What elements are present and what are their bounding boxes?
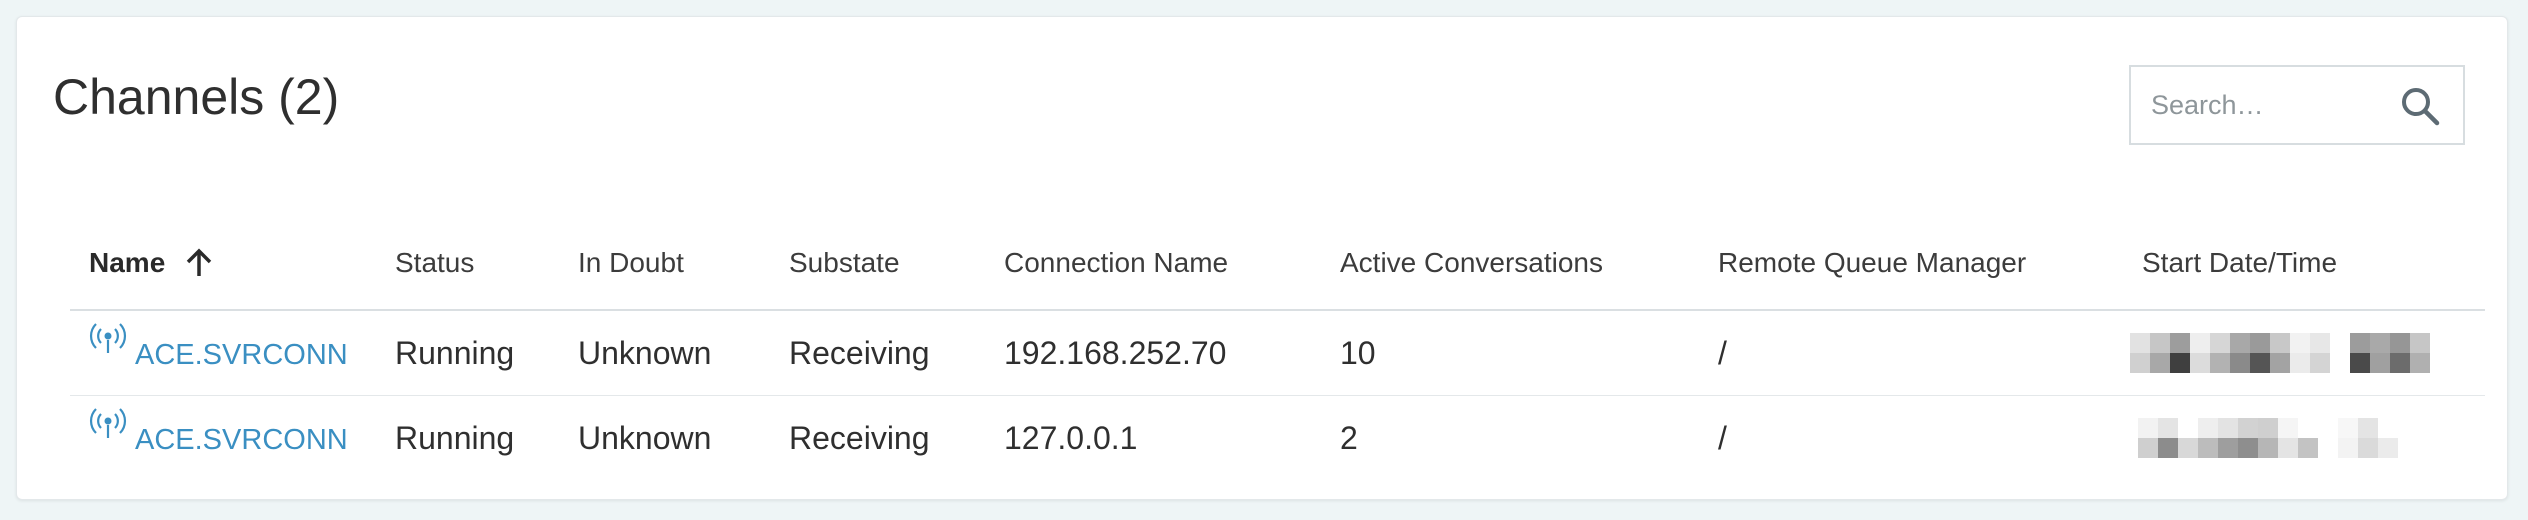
table-row[interactable]: ACE.SVRCONN Running Unknown Receiving 12… bbox=[70, 396, 2485, 481]
column-header-active-conversations[interactable]: Active Conversations bbox=[1321, 217, 1699, 311]
cell-active-conversations: 10 bbox=[1321, 310, 1699, 396]
cell-connection-name: 127.0.0.1 bbox=[1004, 419, 1138, 456]
cell-name: ACE.SVRCONN bbox=[70, 310, 376, 396]
column-header-substate[interactable]: Substate bbox=[770, 217, 985, 311]
search-icon[interactable] bbox=[2399, 85, 2441, 127]
channel-link[interactable]: ACE.SVRCONN bbox=[135, 424, 348, 456]
channel-link[interactable]: ACE.SVRCONN bbox=[135, 339, 348, 371]
arrow-up-icon[interactable] bbox=[185, 248, 213, 278]
cell-start-date-time bbox=[2123, 396, 2485, 481]
channels-table: Name Status In Doubt Substate Connection… bbox=[70, 217, 2485, 480]
cell-in-doubt: Unknown bbox=[578, 419, 712, 456]
cell-substate: Receiving bbox=[770, 310, 985, 396]
cell-remote-queue-manager: / bbox=[1718, 419, 1727, 456]
redacted-start-time bbox=[2130, 333, 2450, 374]
channel-broadcast-icon bbox=[89, 407, 127, 438]
column-header-start-date-time[interactable]: Start Date/Time bbox=[2123, 217, 2485, 311]
page-title: Channels (2) bbox=[53, 69, 340, 125]
cell-remote-queue-manager: / bbox=[1699, 310, 2123, 396]
channels-panel: Channels (2) Name Status In Doubt Substa… bbox=[16, 16, 2508, 500]
channel-broadcast-icon bbox=[89, 322, 127, 353]
column-header-remote-queue-manager[interactable]: Remote Queue Manager bbox=[1699, 217, 2123, 311]
cell-status: Running bbox=[395, 419, 515, 456]
column-header-status[interactable]: Status bbox=[376, 217, 559, 311]
search-box[interactable] bbox=[2129, 65, 2465, 145]
table-header-row: Name Status In Doubt Substate Connection… bbox=[70, 217, 2485, 311]
cell-substate: Receiving bbox=[789, 419, 930, 456]
cell-in-doubt: Unknown bbox=[559, 310, 770, 396]
search-input[interactable] bbox=[2131, 88, 2393, 122]
redacted-start-time bbox=[2138, 418, 2458, 459]
cell-active-conversations: 2 bbox=[1340, 419, 1358, 456]
column-header-in-doubt[interactable]: In Doubt bbox=[559, 217, 770, 311]
column-header-label: Name bbox=[89, 247, 166, 278]
column-header-name[interactable]: Name bbox=[70, 217, 376, 311]
cell-name: ACE.SVRCONN bbox=[70, 396, 376, 481]
cell-start-date-time bbox=[2123, 310, 2485, 396]
cell-status: Running bbox=[376, 310, 559, 396]
column-header-connection-name[interactable]: Connection Name bbox=[985, 217, 1321, 311]
cell-connection-name: 192.168.252.70 bbox=[985, 310, 1321, 396]
table-row[interactable]: ACE.SVRCONN Running Unknown Receiving 19… bbox=[70, 310, 2485, 396]
